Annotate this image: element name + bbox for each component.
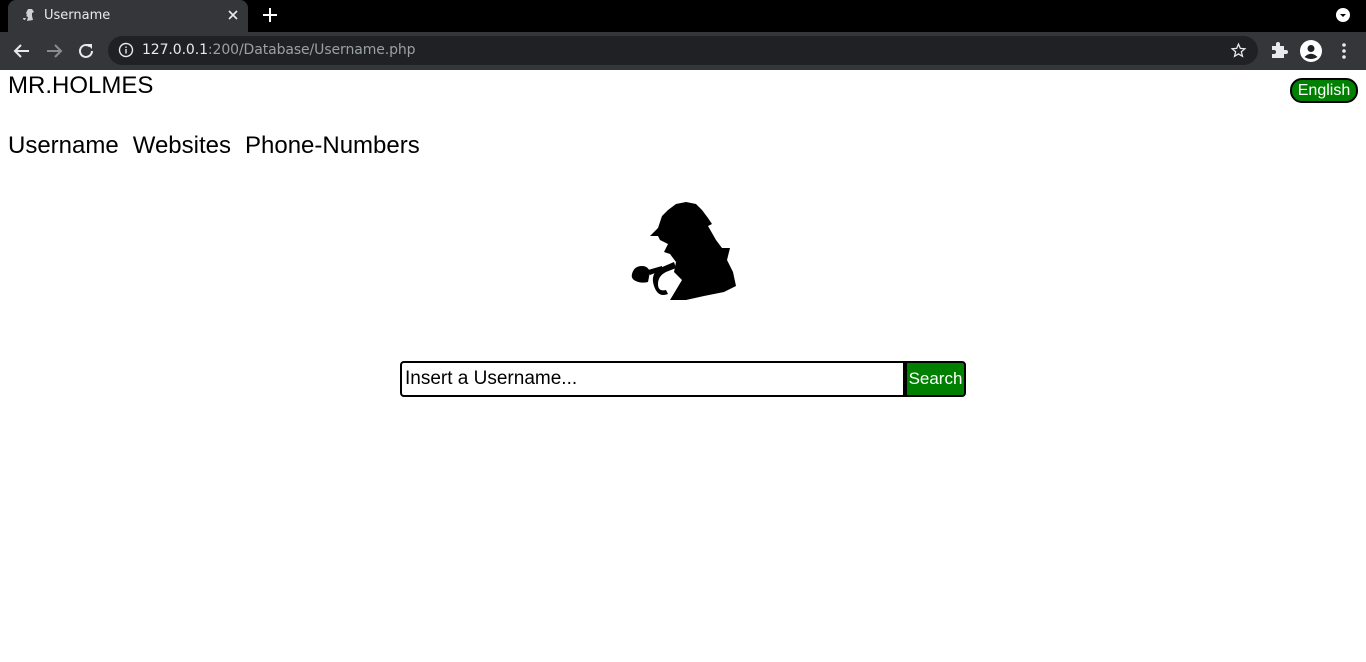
sherlock-silhouette-icon — [631, 202, 736, 300]
address-bar[interactable]: 127.0.0.1:200/Database/Username.php — [108, 36, 1258, 65]
kebab-menu-icon[interactable] — [1336, 40, 1352, 62]
nav-link-username[interactable]: Username — [8, 132, 119, 160]
nav-link-phone-numbers[interactable]: Phone-Numbers — [245, 132, 420, 160]
browser-tabbar: Username — [0, 0, 1366, 32]
url-text: 127.0.0.1:200/Database/Username.php — [142, 42, 416, 58]
forward-arrow-icon[interactable] — [43, 40, 65, 62]
profile-icon[interactable] — [1300, 40, 1322, 62]
back-arrow-icon[interactable] — [11, 40, 33, 62]
search-form: Search — [400, 361, 966, 397]
site-title: MR.HOLMES — [8, 72, 154, 99]
search-button[interactable]: Search — [905, 361, 966, 397]
main-nav: Username Websites Phone-Numbers — [8, 132, 420, 160]
close-icon[interactable] — [225, 7, 241, 23]
browser-tab[interactable]: Username — [8, 0, 248, 32]
nav-link-websites[interactable]: Websites — [133, 132, 231, 160]
chevron-down-icon[interactable] — [1335, 7, 1351, 23]
sherlock-favicon-icon — [23, 9, 34, 21]
info-icon[interactable] — [118, 42, 134, 58]
username-search-input[interactable] — [400, 361, 905, 397]
browser-toolbar: 127.0.0.1:200/Database/Username.php — [0, 32, 1366, 70]
tab-title: Username — [44, 8, 111, 23]
page-content: MR.HOLMES English Username Websites Phon… — [0, 70, 1366, 662]
star-icon[interactable] — [1230, 42, 1247, 59]
language-button[interactable]: English — [1290, 78, 1358, 103]
reload-icon[interactable] — [75, 40, 97, 62]
plus-icon[interactable] — [260, 5, 280, 25]
puzzle-icon[interactable] — [1270, 41, 1288, 59]
